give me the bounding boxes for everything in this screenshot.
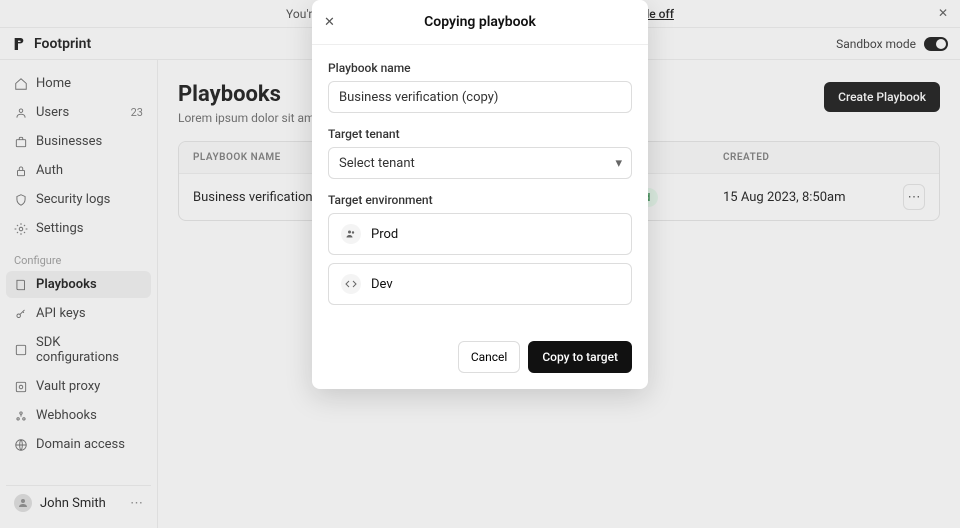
env-option-label: Dev <box>371 277 393 292</box>
copy-to-target-button[interactable]: Copy to target <box>528 341 632 373</box>
users-icon <box>341 224 361 244</box>
close-icon[interactable]: ✕ <box>324 15 335 30</box>
modal-overlay: ✕ Copying playbook Playbook name Target … <box>0 0 960 528</box>
env-option-dev[interactable]: Dev <box>328 263 632 305</box>
cancel-button[interactable]: Cancel <box>458 341 521 373</box>
target-env-label: Target environment <box>328 193 632 207</box>
playbook-name-input[interactable] <box>328 81 632 113</box>
playbook-name-label: Playbook name <box>328 61 632 75</box>
target-tenant-select[interactable] <box>328 147 632 179</box>
code-icon <box>341 274 361 294</box>
modal-title: Copying playbook <box>328 14 632 30</box>
env-option-prod[interactable]: Prod <box>328 213 632 255</box>
copy-playbook-modal: ✕ Copying playbook Playbook name Target … <box>312 0 648 389</box>
env-option-label: Prod <box>371 227 398 242</box>
target-tenant-label: Target tenant <box>328 127 632 141</box>
